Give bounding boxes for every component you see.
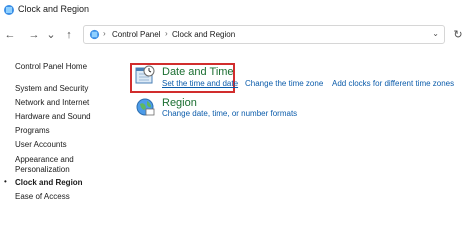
sidebar-item-ease-of-access[interactable]: Ease of Access bbox=[15, 191, 70, 202]
breadcrumb-clock-and-region[interactable]: Clock and Region bbox=[172, 30, 235, 39]
sidebar-item-programs[interactable]: Programs bbox=[15, 125, 50, 136]
breadcrumb-control-panel[interactable]: Control Panel bbox=[112, 30, 160, 39]
title-bar: Clock and Region bbox=[0, 0, 474, 20]
add-clocks-link[interactable]: Add clocks for different time zones bbox=[332, 79, 454, 88]
sidebar-item-user-accounts[interactable]: User Accounts bbox=[15, 139, 67, 150]
breadcrumb-separator: › bbox=[165, 29, 168, 38]
forward-button[interactable]: → bbox=[27, 28, 41, 42]
sidebar-item-personalization[interactable]: Personalization bbox=[15, 164, 70, 175]
sidebar-item-control-panel-home[interactable]: Control Panel Home bbox=[15, 61, 87, 72]
window-title: Clock and Region bbox=[18, 4, 90, 14]
sidebar-item-hardware-and-sound[interactable]: Hardware and Sound bbox=[15, 111, 91, 122]
recent-locations-dropdown[interactable]: ⌄ bbox=[44, 28, 58, 42]
category-title-date-and-time[interactable]: Date and Time bbox=[162, 66, 234, 78]
refresh-button[interactable]: ↻ bbox=[451, 28, 465, 42]
globe-region-icon[interactable] bbox=[134, 96, 156, 118]
sidebar-item-clock-and-region[interactable]: Clock and Region bbox=[15, 177, 83, 188]
set-time-and-date-link[interactable]: Set the time and date bbox=[162, 79, 238, 88]
sidebar-item-network-and-internet[interactable]: Network and Internet bbox=[15, 97, 89, 108]
up-button[interactable]: ↑ bbox=[62, 28, 76, 42]
address-bar[interactable]: › Control Panel › Clock and Region ⌄ bbox=[83, 25, 445, 44]
back-button[interactable]: ← bbox=[3, 28, 17, 42]
address-dropdown-icon[interactable]: ⌄ bbox=[432, 29, 439, 38]
category-title-region[interactable]: Region bbox=[162, 97, 197, 109]
change-formats-link[interactable]: Change date, time, or number formats bbox=[162, 109, 297, 118]
breadcrumb-separator: › bbox=[103, 29, 106, 38]
clock-calendar-icon[interactable] bbox=[134, 64, 156, 86]
sidebar-item-system-and-security[interactable]: System and Security bbox=[15, 83, 88, 94]
navigation-bar: ← → ⌄ ↑ › Control Panel › Clock and Regi… bbox=[0, 24, 474, 46]
control-panel-icon bbox=[89, 29, 100, 40]
change-time-zone-link[interactable]: Change the time zone bbox=[245, 79, 323, 88]
current-page-bullet: • bbox=[4, 177, 7, 186]
control-panel-icon bbox=[4, 5, 14, 15]
